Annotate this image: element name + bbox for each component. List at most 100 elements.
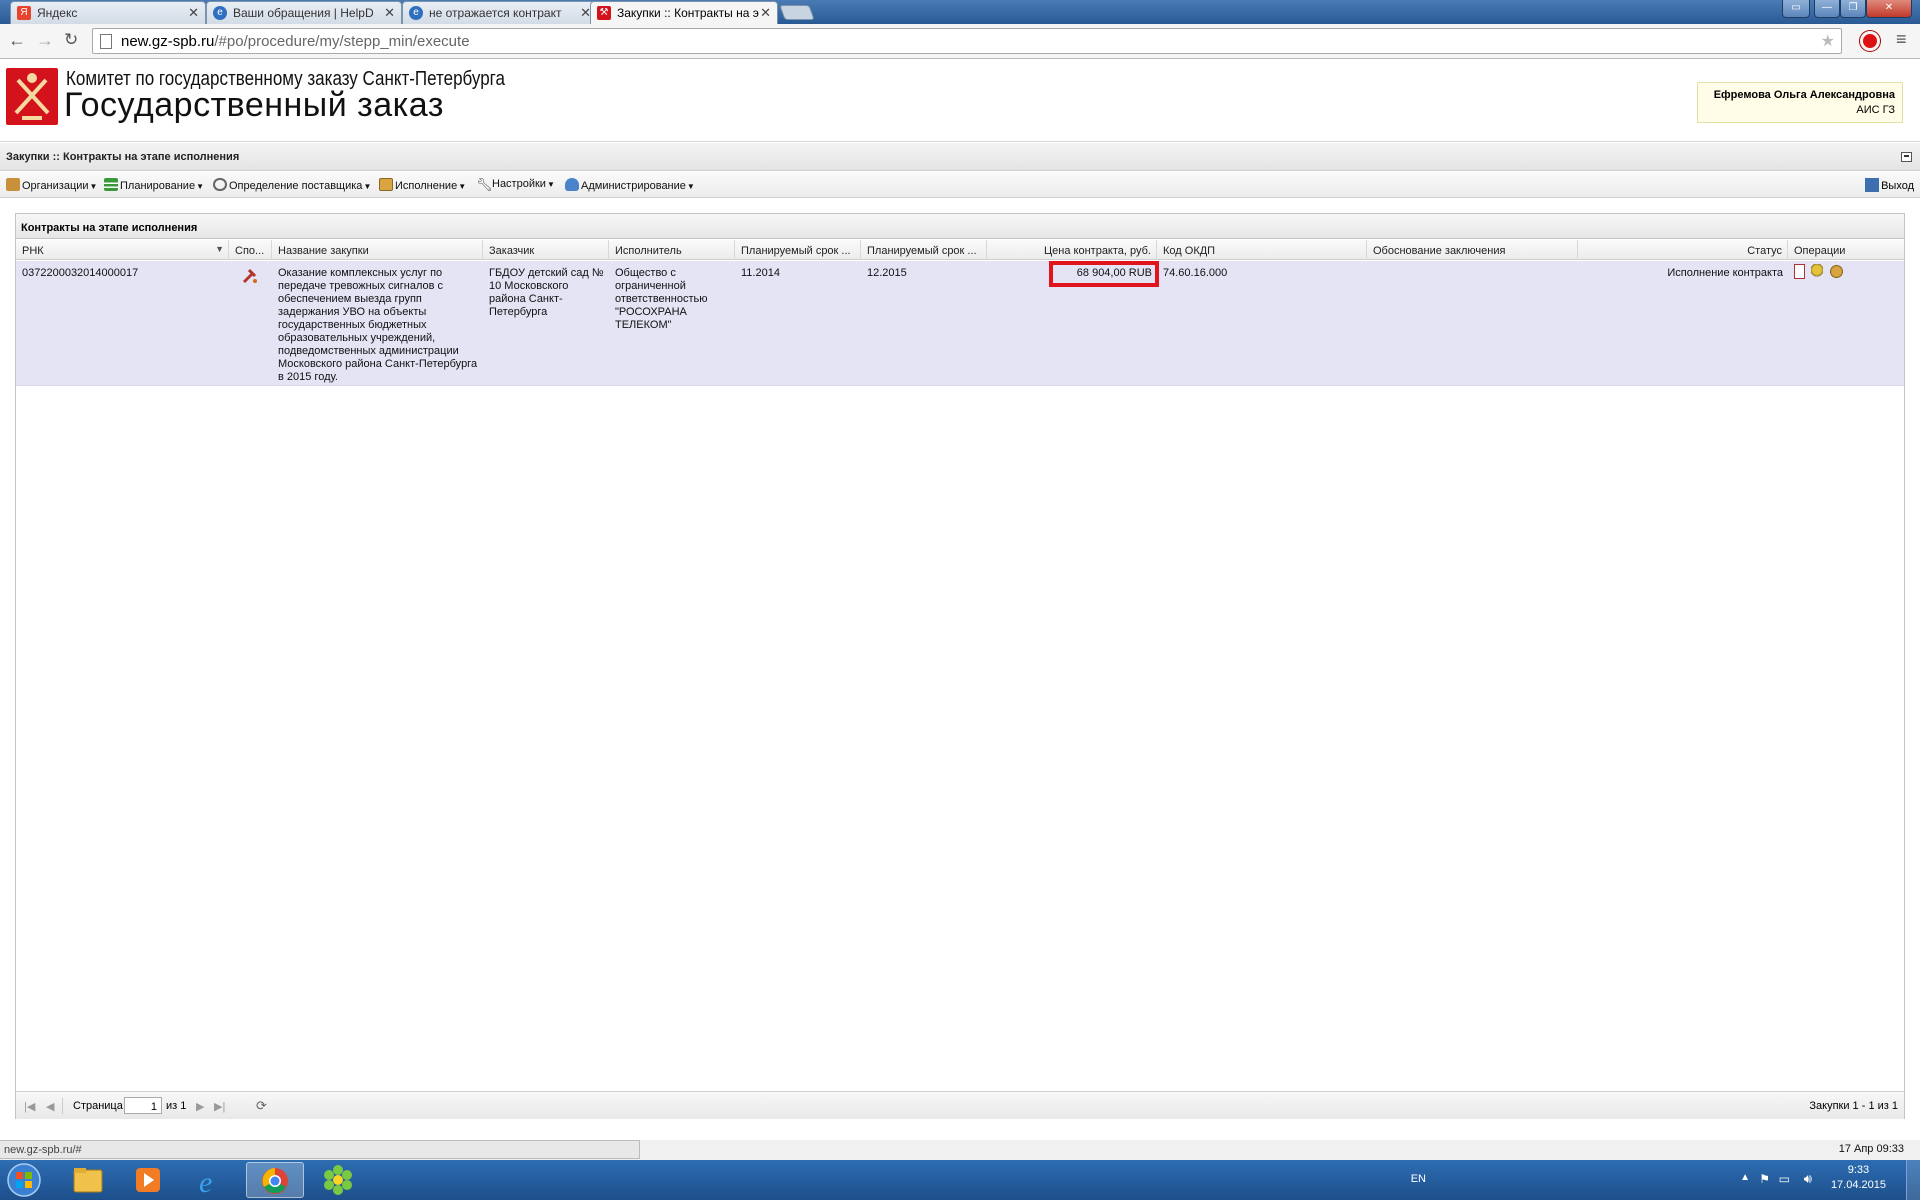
table-row[interactable]: 0372200032014000017 Оказание комплексных… [16,261,1904,386]
menu-label: Планирование [120,180,196,192]
menu-settings[interactable]: 🔧︎Настройки▼ [476,178,555,191]
collapse-panel-button[interactable] [1901,152,1912,162]
close-icon[interactable]: ✕ [760,5,771,21]
page-clock: 17 Апр 09:33 [1838,1143,1904,1155]
icq-taskbar-icon[interactable] [310,1162,366,1198]
panel-title: Закупки :: Контракты на этапе исполнения [6,151,240,163]
site-header: Комитет по государственному заказу Санкт… [0,60,1920,142]
cell-status: Исполнение контракта [1667,267,1783,279]
menu-administration[interactable]: Администрирование▼ [565,178,695,192]
tab-yandex[interactable]: Я Яндекс ✕ [10,1,206,24]
volume-icon[interactable]: 🔊︎ [1804,1171,1812,1187]
logout-label: Выход [1881,180,1914,192]
start-button[interactable] [4,1162,48,1198]
show-desktop-button[interactable] [1906,1160,1920,1200]
first-page-icon[interactable]: |◀ [24,1100,35,1113]
back-arrow-icon[interactable]: ← [8,30,26,51]
close-icon[interactable]: ✕ [188,5,199,21]
spb-emblem-logo [6,68,58,125]
page-label: Страница [73,1100,123,1112]
reload-icon[interactable]: ↻ [64,30,78,50]
page-icon [100,34,112,49]
network-icon[interactable]: ▭ [1779,1172,1790,1186]
language-indicator[interactable]: EN [1411,1173,1426,1185]
coat-of-arms-icon[interactable] [1829,264,1845,279]
page-count: из 1 [166,1100,187,1112]
url-field[interactable]: new.gz-spb.ru/#po/procedure/my/stepp_min… [92,28,1842,54]
column-header-customer[interactable]: Заказчик [483,240,609,260]
menu-icon[interactable]: ≡ [1896,29,1907,50]
column-header-plan-end[interactable]: Планируемый срок ... [861,240,987,260]
tab-contracts-active[interactable]: ⚒ Закупки :: Контракты на э ✕ [590,1,778,24]
menu-label: Исполнение [395,180,458,192]
divider [62,1098,63,1114]
records-summary: Закупки 1 - 1 из 1 [1809,1100,1898,1112]
column-header-okdp[interactable]: Код ОКДП [1157,240,1367,260]
menu-execution[interactable]: Исполнение▼ [379,178,466,192]
prev-page-icon[interactable]: ◀ [46,1100,54,1113]
emblem-icon: ⚒ [597,6,611,20]
minimize-button[interactable]: — [1814,0,1840,18]
column-header-name[interactable]: Название закупки [272,240,483,260]
tab-label: не отражается контракт [429,6,562,20]
menu-supplier-selection[interactable]: Определение поставщика▼ [213,178,371,192]
new-tab-button[interactable] [779,5,815,20]
restore-button[interactable]: ❐ [1840,0,1866,18]
windows-taskbar: e EN ▲ ⚑ ▭ 🔊︎ 9:33 17.04.2015 [0,1160,1920,1200]
system-title: Государственный заказ [64,86,444,124]
column-header-justification[interactable]: Обоснование заключения [1367,240,1578,260]
yandex-icon: Я [17,6,31,20]
tab-contract-issue[interactable]: e не отражается контракт ✕ [402,1,598,24]
document-icon[interactable] [1794,264,1805,279]
main-menu: Организации▼ Планирование▼ Определение п… [0,172,1920,198]
window-menu-button[interactable]: ▭ [1782,0,1810,18]
column-header-supplier[interactable]: Исполнитель [609,240,735,260]
menu-label: Определение поставщика [229,180,363,192]
cell-rnk: 0372200032014000017 [22,267,139,279]
column-header-method[interactable]: Спо... [229,240,272,260]
column-header-status[interactable]: Статус [1578,240,1788,260]
flag-icon[interactable]: ⚑ [1759,1172,1770,1186]
globe-icon: e [409,6,423,20]
show-hidden-icons[interactable]: ▲ [1740,1172,1750,1183]
user-name[interactable]: Ефремова Ольга Александровна [1698,89,1895,101]
column-header-operations[interactable]: Операции [1788,240,1904,260]
seal-icon[interactable] [1811,264,1824,279]
browser-status-strip: new.gz-spb.ru/# 17 Апр 09:33 [0,1140,1920,1160]
next-page-icon[interactable]: ▶ [196,1100,204,1113]
page-number-input[interactable] [124,1097,162,1114]
column-header-rnk[interactable]: РНК ▼ [16,240,229,260]
logout-button[interactable]: Выход [1865,178,1914,192]
close-icon[interactable]: ✕ [384,5,395,21]
cell-plan-start: 11.2014 [741,267,780,279]
gears-icon [213,178,227,191]
close-window-button[interactable]: ✕ [1866,0,1912,18]
menu-planning[interactable]: Планирование▼ [104,178,204,192]
column-header-price[interactable]: Цена контракта, руб. [987,240,1157,260]
tab-label: Ваши обращения | HelpD [233,6,374,20]
browser-tab-strip: Я Яндекс ✕ e Ваши обращения | HelpD ✕ e … [0,0,1920,24]
cell-customer: ГБДОУ детский сад № 10 Московского район… [489,267,604,318]
chrome-taskbar-icon[interactable] [246,1162,304,1198]
header-label: РНК [22,245,44,257]
column-header-plan-start[interactable]: Планируемый срок ... [735,240,861,260]
menu-organizations[interactable]: Организации▼ [6,178,97,192]
filter-icon[interactable]: ▼ [215,244,224,254]
address-bar-area: ← → ↻ new.gz-spb.ru/#po/procedure/my/ste… [0,24,1920,59]
cell-method [229,267,272,289]
refresh-icon[interactable]: ⟳ [256,1098,267,1114]
user-system: АИС ГЗ [1856,104,1895,116]
media-player-taskbar-icon[interactable] [120,1162,176,1198]
explorer-taskbar-icon[interactable] [60,1162,116,1198]
forward-arrow-icon[interactable]: → [36,30,54,51]
ie-taskbar-icon[interactable]: e [182,1162,238,1199]
chevron-down-icon: ▼ [686,182,695,191]
adblock-icon[interactable] [1860,31,1880,51]
taskbar-clock[interactable]: 9:33 17.04.2015 [1831,1164,1886,1191]
star-icon[interactable]: ★ [1821,31,1835,51]
last-page-icon[interactable]: ▶| [214,1100,225,1113]
tab-helpdesk[interactable]: e Ваши обращения | HelpD ✕ [206,1,402,24]
chevron-down-icon: ▼ [458,182,467,191]
globe-icon: e [213,6,227,20]
clock-date: 17.04.2015 [1830,1179,1886,1191]
